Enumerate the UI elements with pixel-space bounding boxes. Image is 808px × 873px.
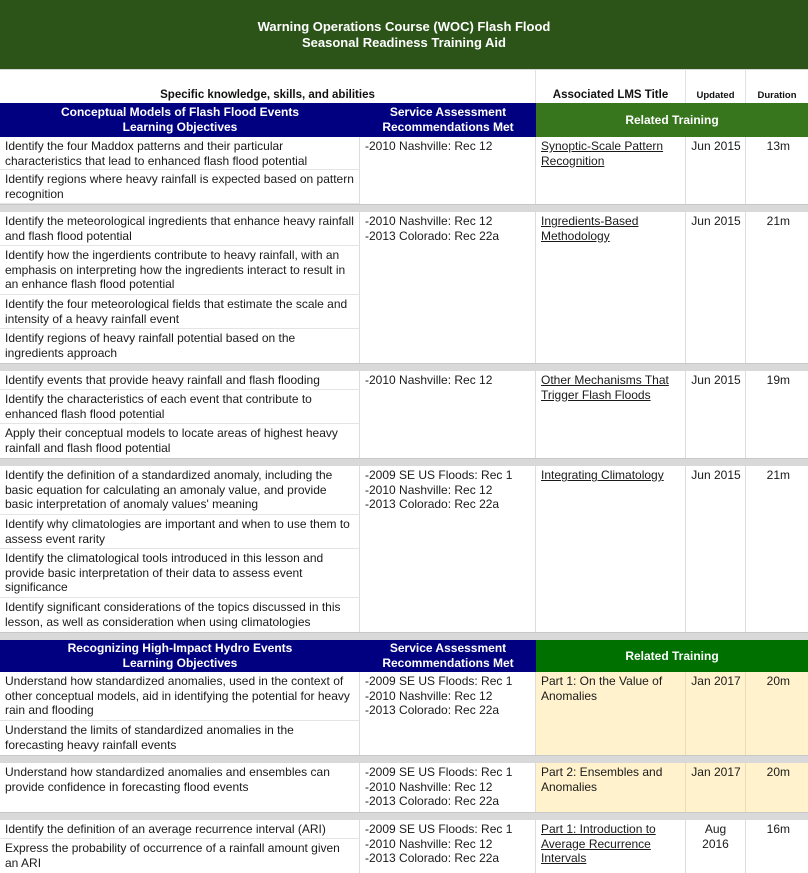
recommendation: -2010 Nashville: Rec 12 [365,139,493,153]
training-cell: Part 1: Introduction to Average Recurren… [536,820,686,873]
header-duration: Duration [757,90,797,101]
related-training-label: Related Training [625,112,719,127]
service-header-line-2: Recommendations Met [382,656,514,670]
section-1-service-header: Service Assessment Recommendations Met [360,103,536,137]
training-cell: Part 2: Ensembles and Anomalies [536,763,686,812]
section-2-subtitle: Learning Objectives [122,656,238,670]
recommendations-cell: -2009 SE US Floods: Rec 1 -2010 Nashvill… [360,763,536,812]
duration-cell: 19m [746,371,808,458]
training-cell: Other Mechanisms That Trigger Flash Floo… [536,371,686,458]
title-line-2: Seasonal Readiness Training Aid [302,35,506,50]
recommendation: -2013 Colorado: Rec 22a [365,851,500,865]
objective-row: Understand how standardized anomalies an… [0,763,360,812]
recommendation: -2009 SE US Floods: Rec 1 [365,674,513,688]
training-cell: Integrating Climatology [536,466,686,632]
recommendation: -2009 SE US Floods: Rec 1 [365,765,513,779]
recommendation: -2010 Nashville: Rec 12 [365,836,493,851]
training-link[interactable]: Synoptic-Scale Pattern Recognition [541,139,663,168]
recommendations-cell: -2010 Nashville: Rec 12 [360,371,536,458]
section-1-related-header: Related Training [536,103,808,137]
duration-cell: 20m [746,672,808,755]
objective-row: Identify the climatological tools introd… [0,549,360,598]
recommendation: -2010 Nashville: Rec 12 [365,214,493,228]
section-1-title: Conceptual Models of Flash Flood Events [60,105,300,119]
duration-cell: 20m [746,763,808,812]
training-link[interactable]: Integrating Climatology [541,468,664,482]
objective-row: Identify events that provide heavy rainf… [0,371,360,390]
objective-row: Identify the four meteorological fields … [0,295,360,329]
section-2-related-header: Related Training [536,640,808,672]
updated-cell: Jan 2017 [686,672,746,755]
training-cell: Synoptic-Scale Pattern Recognition [536,137,686,204]
document-title: Warning Operations Course (WOC) Flash Fl… [0,0,808,70]
objective-row: Identify the definition of a standardize… [0,466,360,515]
updated-cell: Jun 2015 [686,212,746,363]
objective-row: Identify significant considerations of t… [0,598,360,632]
training-link[interactable]: Ingredients-Based Methodology [541,214,638,243]
section-1-objectives-header: Conceptual Models of Flash Flood Events … [0,103,360,137]
objective-row: Identify the meteorological ingredients … [0,212,360,246]
training-title: Part 2: Ensembles and Anomalies [541,765,663,794]
group-separator [0,812,808,820]
title-line-1: Warning Operations Course (WOC) Flash Fl… [257,19,551,34]
training-link[interactable]: Part 1: Introduction to Average Recurren… [541,822,656,865]
updated-cell: Jun 2015 [686,466,746,632]
group-separator [0,755,808,763]
updated-cell: Aug 2016 [686,820,746,873]
training-link[interactable]: Other Mechanisms That Trigger Flash Floo… [541,373,669,402]
objective-row: Understand how standardized anomalies, u… [0,672,360,721]
recommendation: -2010 Nashville: Rec 12 [365,482,493,497]
objective-row: Identify regions of heavy rainfall poten… [0,329,360,363]
recommendations-cell: -2009 SE US Floods: Rec 1 -2010 Nashvill… [360,466,536,632]
objective-row: Express the probability of occurrence of… [0,839,360,873]
objective-row: Identify why climatologies are important… [0,515,360,549]
recommendation: -2010 Nashville: Rec 12 [365,373,493,387]
service-header-line-1: Service Assessment [389,641,507,655]
objective-row: Identify regions where heavy rainfall is… [0,170,360,204]
duration-cell: 21m [746,466,808,632]
section-2-service-header: Service Assessment Recommendations Met [360,640,536,672]
header-lms-title: Associated LMS Title [536,70,686,103]
updated-cell: Jun 2015 [686,371,746,458]
header-ksa: Specific knowledge, skills, and abilitie… [0,70,536,103]
objective-row: Identify the characteristics of each eve… [0,390,360,424]
updated-cell: Jan 2017 [686,763,746,812]
related-training-label: Related Training [625,648,719,663]
recommendation: -2013 Colorado: Rec 22a [365,703,500,717]
recommendations-cell: -2009 SE US Floods: Rec 1 -2010 Nashvill… [360,672,536,755]
objective-row: Understand the limits of standardized an… [0,721,360,755]
recommendation: -2009 SE US Floods: Rec 1 [365,822,513,836]
recommendation: -2009 SE US Floods: Rec 1 [365,468,513,482]
recommendation: -2013 Colorado: Rec 22a [365,497,500,511]
recommendation: -2013 Colorado: Rec 22a [365,228,500,243]
section-1-subtitle: Learning Objectives [122,120,238,134]
objective-row: Identify the four Maddox patterns and th… [0,137,360,170]
recommendations-cell: -2010 Nashville: Rec 12 [360,137,536,204]
group-separator [0,458,808,466]
recommendations-cell: -2009 SE US Floods: Rec 1 -2010 Nashvill… [360,820,536,873]
service-header-line-2: Recommendations Met [382,120,514,134]
duration-cell: 13m [746,137,808,204]
section-2-objectives-header: Recognizing High-Impact Hydro Events Lea… [0,640,360,672]
training-cell: Part 1: On the Value of Anomalies [536,672,686,755]
objective-row: Apply their conceptual models to locate … [0,424,360,458]
recommendation: -2010 Nashville: Rec 12 [365,779,493,794]
duration-cell: 16m [746,820,808,873]
group-separator [0,632,808,640]
service-header-line-1: Service Assessment [389,105,507,119]
updated-cell: Jun 2015 [686,137,746,204]
section-2-title: Recognizing High-Impact Hydro Events [67,641,293,655]
duration-cell: 21m [746,212,808,363]
objective-row: Identify how the ingerdients contribute … [0,246,360,295]
recommendation: -2013 Colorado: Rec 22a [365,794,500,808]
group-separator [0,363,808,371]
recommendations-cell: -2010 Nashville: Rec 12 -2013 Colorado: … [360,212,536,363]
recommendation: -2010 Nashville: Rec 12 [365,688,493,703]
objective-row: Identify the definition of an average re… [0,820,360,839]
training-cell: Ingredients-Based Methodology [536,212,686,363]
header-updated: Updated [686,70,746,103]
group-separator [0,204,808,212]
training-title: Part 1: On the Value of Anomalies [541,674,663,703]
